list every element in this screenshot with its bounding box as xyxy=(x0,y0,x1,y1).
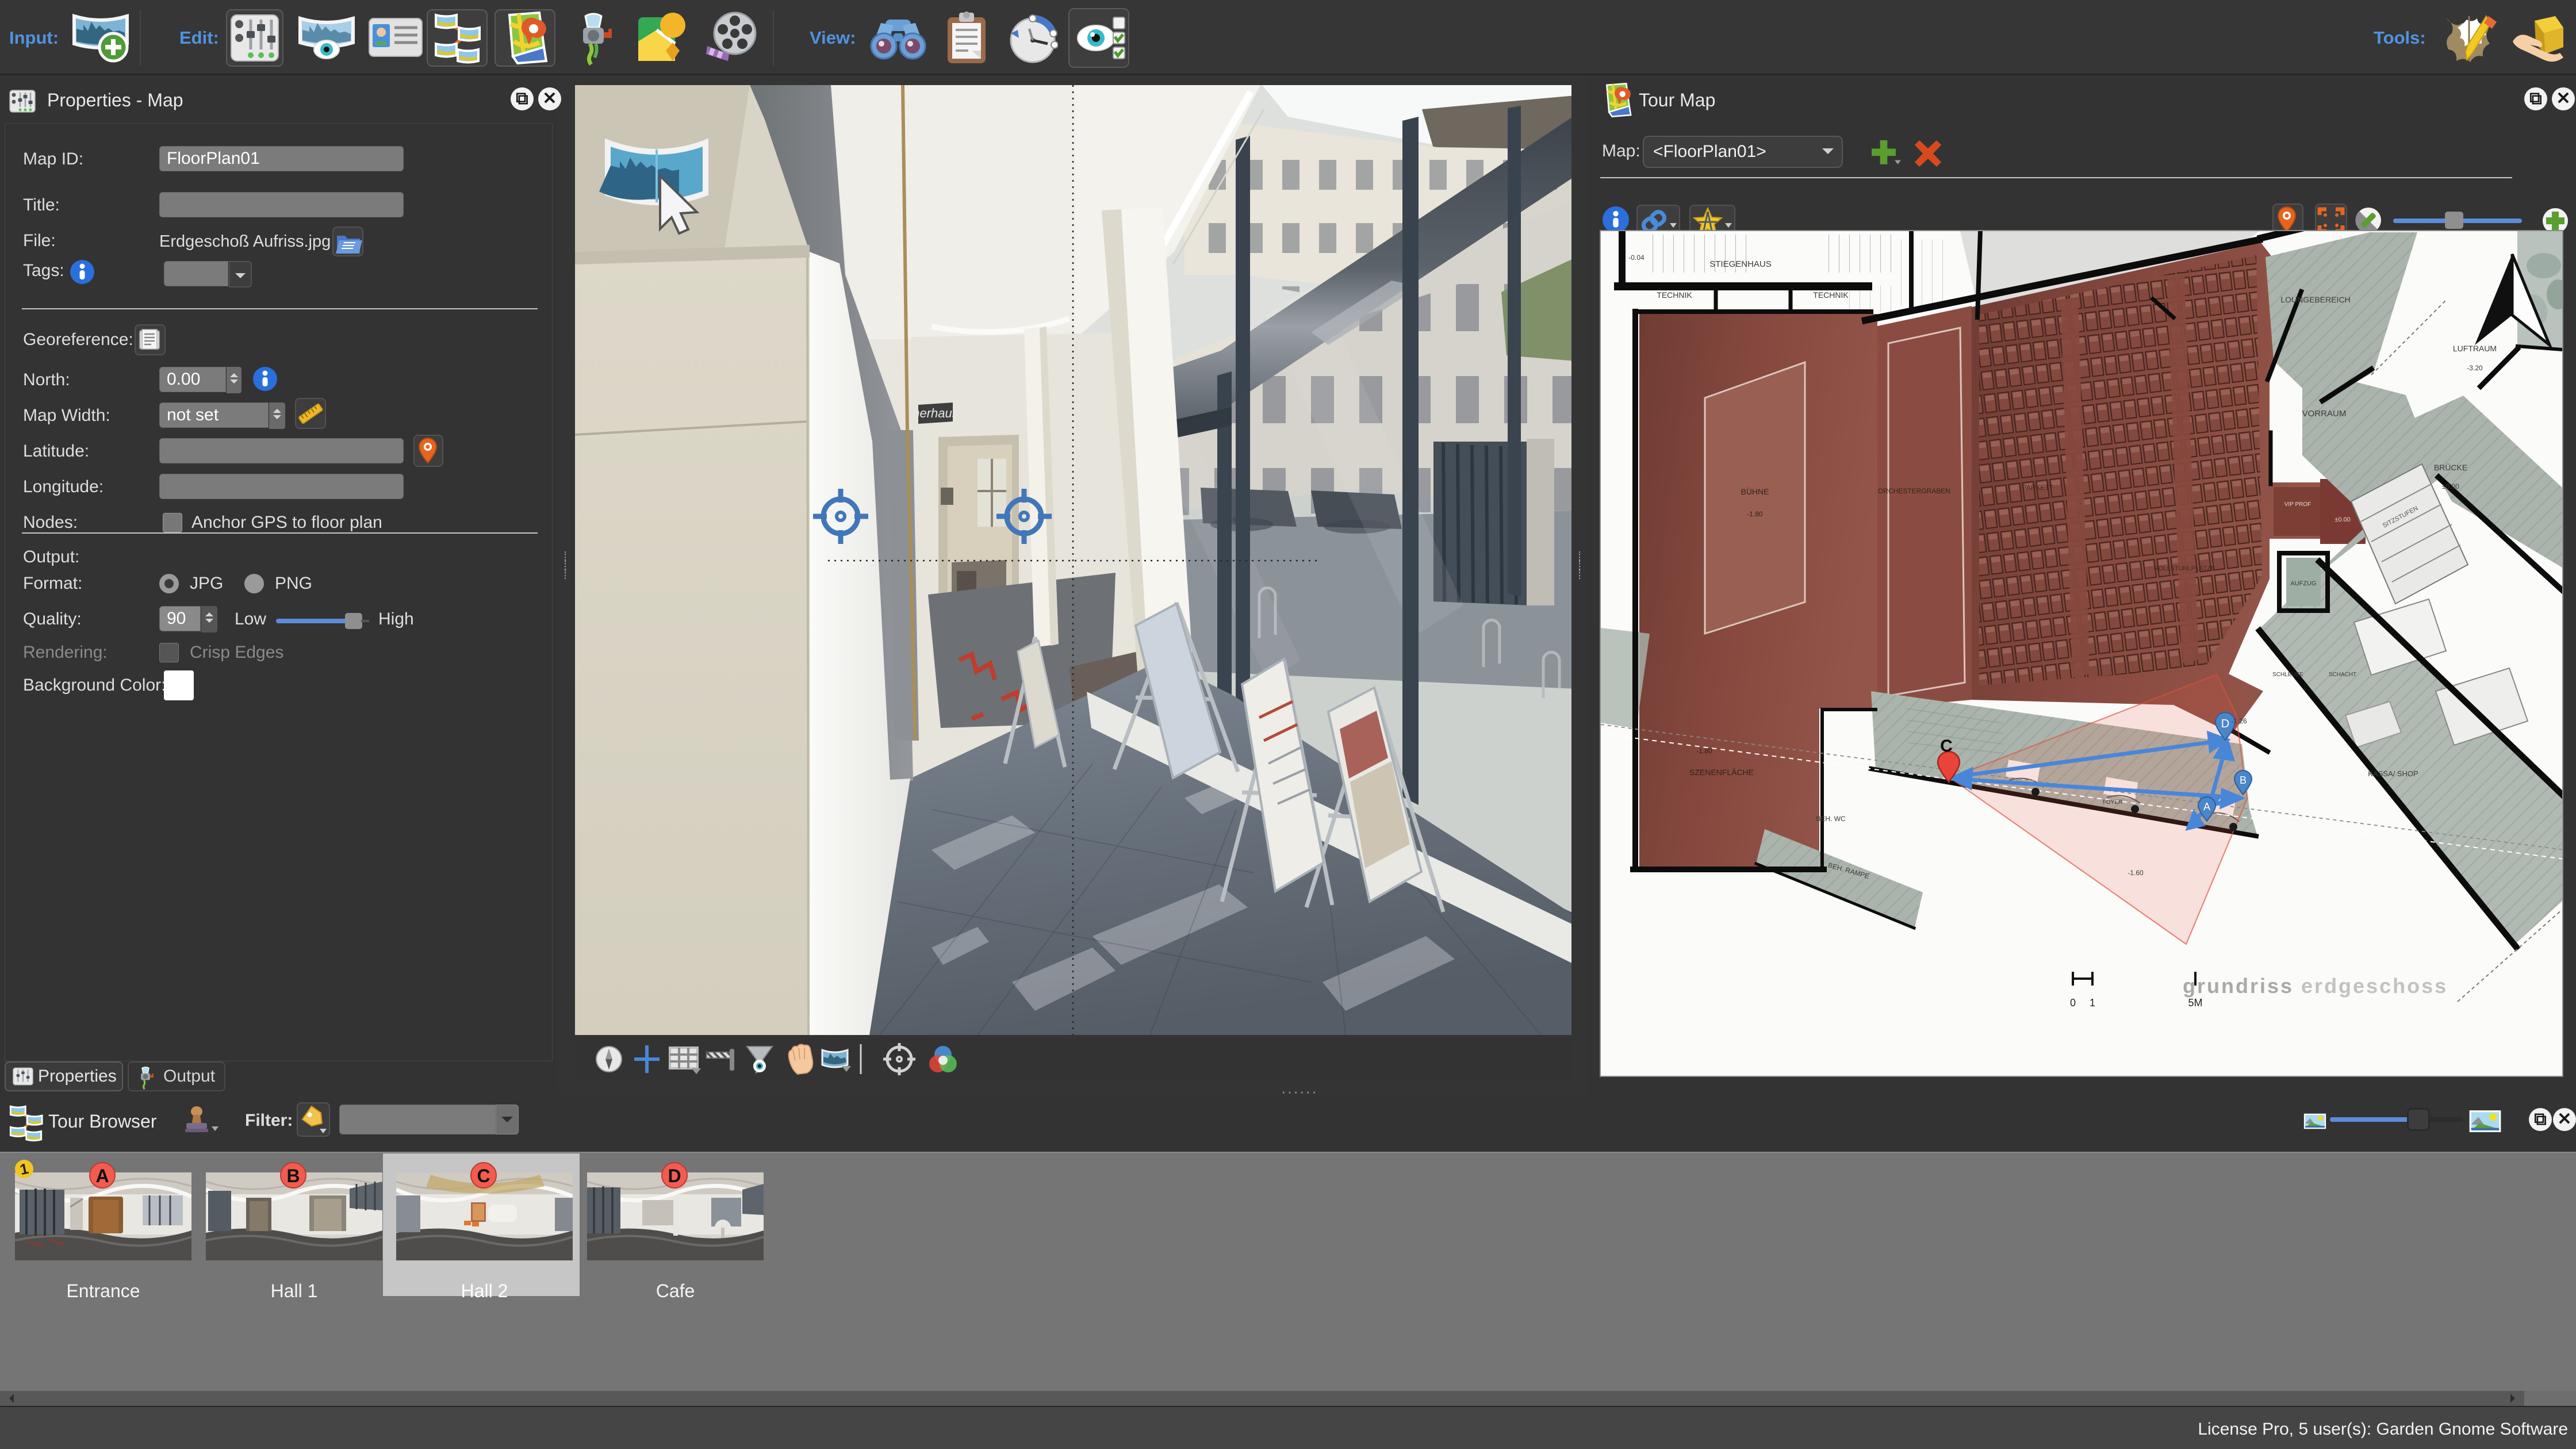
svg-text:-1.60: -1.60 xyxy=(2128,869,2144,877)
svg-text:VORRAUM: VORRAUM xyxy=(2302,409,2347,419)
svg-text:grundriss erdgeschoss: grundriss erdgeschoss xyxy=(2183,974,2448,998)
svg-text:D: D xyxy=(2221,718,2229,730)
svg-text:-3.20: -3.20 xyxy=(2467,364,2483,372)
svg-text:5M: 5M xyxy=(2188,997,2202,1009)
svg-text:-1.80: -1.80 xyxy=(1747,510,1763,518)
svg-text:AUFZUG: AUFZUG xyxy=(2290,580,2316,587)
svg-text:PARKETT: PARKETT xyxy=(2022,484,2054,492)
svg-text:VIP PROF: VIP PROF xyxy=(2284,501,2312,508)
svg-text:STIEGENHAUS: STIEGENHAUS xyxy=(1709,259,1772,269)
svg-text:SZENENFLÄCHE: SZENENFLÄCHE xyxy=(1689,768,1754,777)
svg-text:BÜHNE: BÜHNE xyxy=(1741,486,1769,496)
svg-text:SCHACHT: SCHACHT xyxy=(2329,672,2356,678)
svg-text:±0.00: ±0.00 xyxy=(2442,482,2459,490)
svg-text:±0.00: ±0.00 xyxy=(2334,516,2350,523)
svg-text:FOYER: FOYER xyxy=(2103,799,2122,806)
svg-text:nerhaus: nerhaus xyxy=(913,406,959,420)
svg-text:A: A xyxy=(2203,801,2210,812)
svg-text:BEH. WC: BEH. WC xyxy=(1816,815,1846,823)
svg-text:KASSA/ SHOP: KASSA/ SHOP xyxy=(2368,769,2418,778)
svg-text:TECHNIK: TECHNIK xyxy=(1813,290,1849,300)
svg-text:1: 1 xyxy=(2090,997,2095,1009)
svg-text:BRÜCKE: BRÜCKE xyxy=(2434,462,2467,472)
svg-text:LUFTRAUM: LUFTRAUM xyxy=(2453,344,2497,353)
svg-text:ROLLSTUHLPLÄTZE: ROLLSTUHLPLÄTZE xyxy=(2154,565,2215,572)
svg-text:-0.04: -0.04 xyxy=(1628,254,1644,262)
svg-text:-1.80: -1.80 xyxy=(1696,747,1712,755)
svg-text:-1.26: -1.26 xyxy=(2231,717,2247,725)
svg-text:SCHLEUSE: SCHLEUSE xyxy=(2272,672,2303,678)
svg-text:B: B xyxy=(2240,775,2247,786)
svg-text:ORCHESTERGRABEN: ORCHESTERGRABEN xyxy=(1878,487,1950,495)
svg-text:LOUNGEBEREICH: LOUNGEBEREICH xyxy=(2280,295,2350,304)
svg-text:C: C xyxy=(1940,737,1953,756)
svg-text:TECHNIK: TECHNIK xyxy=(1657,290,1692,300)
svg-text:0: 0 xyxy=(2070,997,2076,1009)
